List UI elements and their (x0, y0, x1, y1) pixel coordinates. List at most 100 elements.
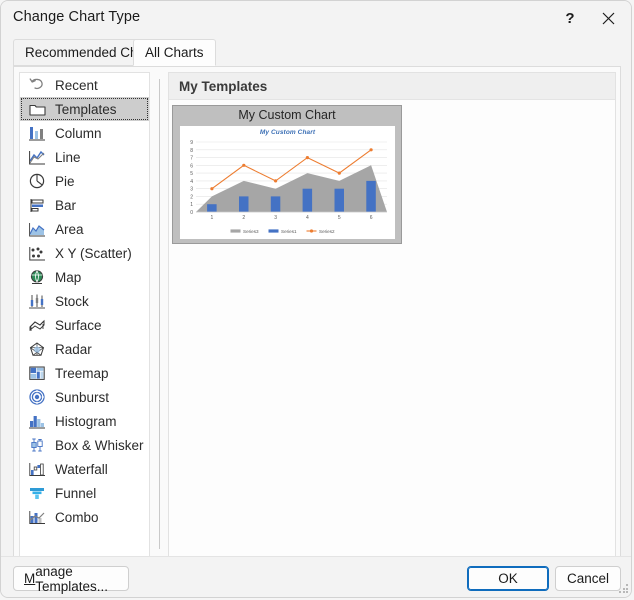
svg-text:2: 2 (190, 194, 193, 200)
sidebar-item-line[interactable]: Line (20, 145, 149, 169)
sidebar-item-box-whisker[interactable]: Box & Whisker (20, 433, 149, 457)
treemap-chart-icon (26, 364, 48, 382)
ok-label: OK (498, 571, 518, 586)
svg-text:2: 2 (242, 215, 245, 221)
pie-chart-icon (26, 172, 48, 190)
sidebar-item-templates[interactable]: Templates (20, 97, 149, 121)
waterfall-chart-icon (26, 460, 48, 478)
funnel-chart-icon (26, 484, 48, 502)
box-whisker-icon (26, 436, 48, 454)
histogram-chart-icon (26, 412, 48, 430)
svg-text:4: 4 (306, 215, 309, 221)
sidebar-item-waterfall[interactable]: Waterfall (20, 457, 149, 481)
template-thumbnail-my-custom-chart[interactable]: My Custom Chart My Custom Chart 01234567… (172, 105, 402, 244)
resize-grip[interactable] (619, 584, 629, 594)
panel-divider (159, 79, 160, 549)
sidebar-item-x-y-scatter[interactable]: X Y (Scatter) (20, 241, 149, 265)
svg-text:5: 5 (338, 215, 341, 221)
sidebar-item-label: Sunburst (55, 389, 110, 405)
cancel-label: Cancel (566, 571, 610, 586)
svg-text:Series3: Series3 (243, 229, 259, 234)
sidebar-item-recent[interactable]: Recent (20, 73, 149, 97)
dialog-title: Change Chart Type (13, 9, 141, 25)
sidebar-item-label: Funnel (55, 485, 97, 501)
sidebar-item-pie[interactable]: Pie (20, 169, 149, 193)
chart-category-list[interactable]: Recent Templates Column Line Pie Bar Area X Y (… (19, 72, 150, 557)
sidebar-item-histogram[interactable]: Histogram (20, 409, 149, 433)
sidebar-item-radar[interactable]: Radar (20, 337, 149, 361)
help-question-icon[interactable]: ? (555, 5, 585, 31)
sidebar-item-label: Column (55, 125, 102, 141)
sidebar-item-sunburst[interactable]: Sunburst (20, 385, 149, 409)
area-chart-icon (26, 220, 48, 238)
dialog-body: Recent Templates Column Line Pie Bar Area X Y (… (13, 66, 621, 561)
scatter-chart-icon (26, 244, 48, 262)
sidebar-item-funnel[interactable]: Funnel (20, 481, 149, 505)
svg-text:4: 4 (190, 179, 193, 185)
line-chart-icon (26, 148, 48, 166)
sidebar-item-label: Area (55, 221, 84, 237)
map-chart-icon (26, 268, 48, 286)
sidebar-item-label: Radar (55, 341, 92, 357)
title-bar: Change Chart Type ? (1, 1, 631, 34)
sidebar-item-label: Surface (55, 317, 102, 333)
sidebar-item-treemap[interactable]: Treemap (20, 361, 149, 385)
chart-title: My Custom Chart (259, 129, 316, 136)
sidebar-item-label: Stock (55, 293, 89, 309)
close-icon[interactable] (593, 5, 623, 31)
change-chart-type-dialog: Change Chart Type ? Recommended Charts A… (0, 0, 632, 598)
cancel-button[interactable]: Cancel (555, 566, 621, 591)
manage-templates-button[interactable]: Manage Templates... (13, 563, 129, 594)
manage-templates-accelerator: M (24, 571, 36, 586)
sidebar-item-label: Box & Whisker (55, 437, 144, 453)
manage-templates-label: anage Templates... (35, 563, 109, 594)
gallery-header: My Templates (169, 73, 615, 100)
svg-text:5: 5 (190, 171, 193, 177)
svg-text:1: 1 (211, 215, 214, 221)
svg-text:6: 6 (190, 163, 193, 169)
sidebar-item-label: X Y (Scatter) (55, 245, 132, 261)
column-chart-icon (26, 124, 48, 142)
svg-text:Series2: Series2 (319, 229, 335, 234)
tab-all-charts[interactable]: All Charts (133, 39, 216, 66)
sidebar-item-label: Templates (55, 101, 117, 117)
help-glyph: ? (565, 9, 575, 27)
template-chart-preview: My Custom Chart 0 1 2 3 4 5 6 7 8 9 1 2 3 4 5 6 Series3 S… (180, 126, 395, 239)
template-caption: My Custom Chart (238, 108, 336, 122)
bar-chart-icon (26, 196, 48, 214)
sidebar-item-label: Bar (55, 197, 77, 213)
radar-chart-icon (26, 340, 48, 358)
svg-text:0: 0 (190, 210, 193, 216)
svg-text:7: 7 (190, 156, 193, 162)
sidebar-item-combo[interactable]: Combo (20, 505, 149, 529)
sidebar-item-label: Pie (55, 173, 75, 189)
sidebar-item-label: Line (55, 149, 81, 165)
sidebar-item-label: Combo (55, 509, 99, 525)
sidebar-item-bar[interactable]: Bar (20, 193, 149, 217)
combo-chart-icon (26, 508, 48, 526)
sidebar-item-area[interactable]: Area (20, 217, 149, 241)
sidebar-item-surface[interactable]: Surface (20, 313, 149, 337)
sidebar-item-stock[interactable]: Stock (20, 289, 149, 313)
sidebar-item-label: Treemap (55, 365, 109, 381)
sidebar-item-column[interactable]: Column (20, 121, 149, 145)
sidebar-item-label: Map (55, 269, 82, 285)
dialog-footer: Manage Templates... OK Cancel (1, 556, 631, 597)
stock-chart-icon (26, 292, 48, 310)
svg-text:3: 3 (190, 187, 193, 193)
svg-text:1: 1 (190, 202, 193, 208)
sidebar-item-label: Recent (55, 77, 98, 93)
tab-label: All Charts (145, 45, 204, 60)
sunburst-chart-icon (26, 388, 48, 406)
sidebar-item-label: Waterfall (55, 461, 108, 477)
svg-text:6: 6 (370, 215, 373, 221)
template-gallery-panel: My Templates My Custom Chart My Custom C… (168, 72, 616, 557)
folder-templates-icon (26, 100, 48, 118)
svg-text:3: 3 (274, 215, 277, 221)
surface-chart-icon (26, 316, 48, 334)
svg-text:9: 9 (190, 140, 193, 146)
svg-text:8: 8 (190, 148, 193, 154)
sidebar-item-map[interactable]: Map (20, 265, 149, 289)
gallery-header-label: My Templates (179, 78, 268, 94)
ok-button[interactable]: OK (467, 566, 549, 591)
